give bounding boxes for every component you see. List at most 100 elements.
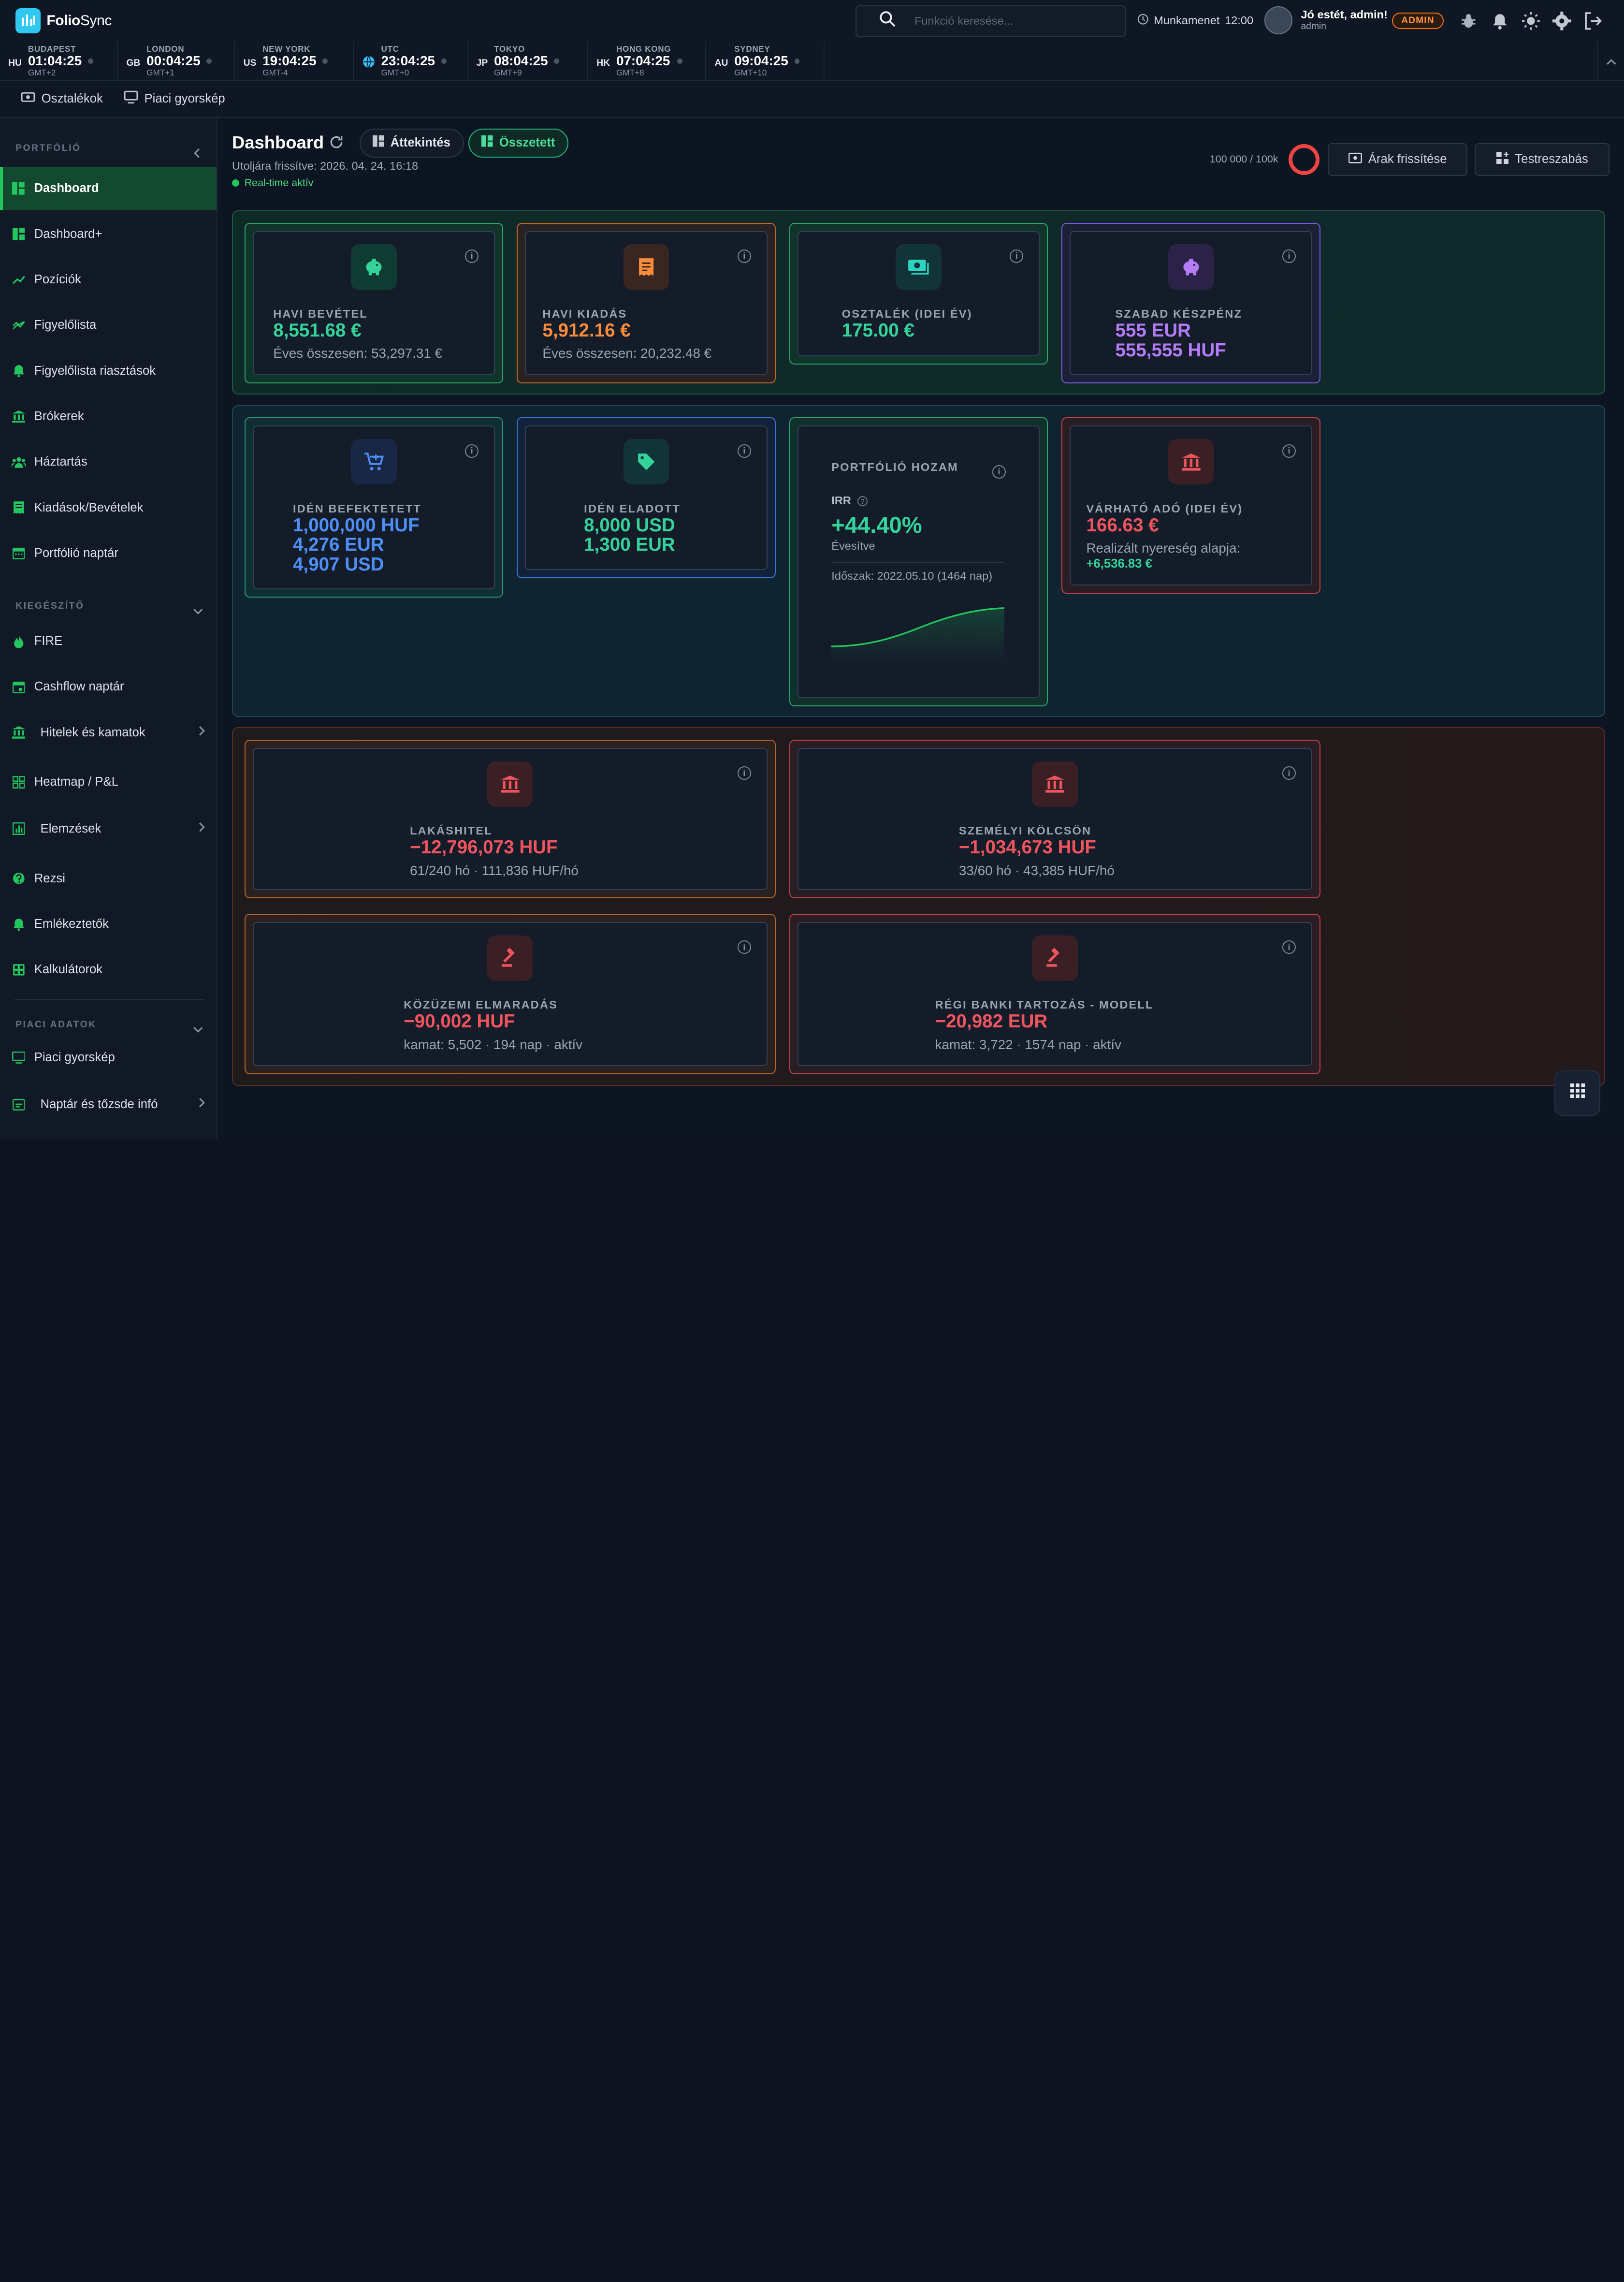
- customize-button[interactable]: Testreszabás: [1475, 143, 1610, 176]
- card-utility-arrears[interactable]: i KÖZÜZEMI ELMARADÁS −90,002 HUF kamat: …: [244, 913, 776, 1075]
- gear-icon[interactable]: [1552, 9, 1572, 32]
- sidebar-item-calculators[interactable]: Kalkulátorok: [0, 948, 217, 992]
- view-overview-button[interactable]: Áttekintés: [359, 128, 464, 158]
- sidebar-item-watchlist[interactable]: Figyelőlista: [0, 304, 217, 347]
- info-icon[interactable]: i: [1282, 940, 1296, 954]
- sidebar-item-watchlist-alerts[interactable]: Figyelőlista riasztások: [0, 349, 217, 393]
- sidebar-item-utilities[interactable]: Rezsi: [0, 857, 217, 900]
- info-icon[interactable]: i: [465, 249, 479, 263]
- card-mortgage[interactable]: i LAKÁSHITEL −12,796,073 HUF 61/240 hó ·…: [244, 739, 776, 898]
- calendar2-icon: [12, 681, 26, 693]
- card-personal-loan[interactable]: i SZEMÉLYI KÖLCSÖN −1,034,673 HUF 33/60 …: [789, 739, 1321, 898]
- card-monthly-expense[interactable]: i HAVI KIADÁS 5,912.16 € Éves összesen: …: [517, 222, 776, 383]
- chevron-up-icon: [1606, 52, 1616, 71]
- avatar[interactable]: [1264, 6, 1293, 34]
- cash-icon: [896, 244, 942, 290]
- sidebar-item-label: Dashboard: [34, 181, 99, 195]
- search-input[interactable]: Funkció keresése...: [914, 15, 1013, 28]
- app-logo[interactable]: FolioSync: [15, 8, 112, 33]
- sidebar-item-fire[interactable]: FIRE: [0, 619, 217, 663]
- sidebar-item-label: Elemzések: [40, 821, 102, 835]
- info-icon[interactable]: i: [1282, 766, 1296, 780]
- page-title: Dashboard: [232, 132, 324, 153]
- card-value: −1,034,673 HUF: [958, 837, 1096, 858]
- country-code: AU: [714, 58, 728, 68]
- info-icon[interactable]: i: [1010, 249, 1024, 263]
- view-combined-button[interactable]: Összetett: [468, 128, 569, 158]
- clock-time: 23:04:25: [381, 53, 435, 69]
- chevron-down-icon[interactable]: [193, 1020, 203, 1039]
- sidebar-item-positions[interactable]: Pozíciók: [0, 258, 217, 302]
- info-icon[interactable]: i: [737, 940, 751, 954]
- card-value: −12,796,073 HUF: [410, 837, 558, 858]
- quick-link-label: Piaci gyorskép: [144, 92, 225, 106]
- quick-link-market-snapshot[interactable]: Piaci gyorskép: [124, 90, 225, 107]
- info-icon[interactable]: i: [1282, 249, 1296, 263]
- card-invested-ytd[interactable]: i IDÉN BEFEKTETETT 1,000,000 HUF 4,276 E…: [244, 417, 504, 598]
- bug-icon[interactable]: [1458, 9, 1479, 32]
- sidebar-item-analyses[interactable]: Elemzések: [0, 807, 217, 850]
- info-icon[interactable]: i: [737, 249, 751, 263]
- card-expected-tax[interactable]: i VÁRHATÓ ADÓ (IDEI ÉV) 166.63 € Realizá…: [1061, 417, 1321, 594]
- api-quota-text: 100 000 / 100k: [1209, 153, 1278, 165]
- sidebar-item-calendar-exchange-info[interactable]: Naptár és tőzsde infó: [0, 1082, 217, 1126]
- world-clock: JP TOKYO 08:04:25 GMT+9: [468, 41, 589, 81]
- sidebar-item-cashflow-calendar[interactable]: Cashflow naptár: [0, 665, 217, 709]
- sidebar-item-household[interactable]: Háztartás: [0, 440, 217, 484]
- refresh-icon[interactable]: [329, 135, 344, 154]
- sidebar-item-label: Naptár és tőzsde infó: [40, 1097, 158, 1111]
- card-value: 8,551.68 €: [273, 320, 362, 341]
- grid-icon: [11, 182, 26, 195]
- theme-sun-icon[interactable]: [1521, 9, 1541, 32]
- clock-city: UTC: [381, 44, 399, 54]
- quick-link-dividends[interactable]: Osztalékok: [21, 91, 103, 107]
- refresh-prices-button[interactable]: Árak frissítése: [1328, 143, 1468, 176]
- card-value: 175.00 €: [841, 320, 914, 341]
- sidebar-item-dashboard-plus[interactable]: Dashboard+: [0, 212, 217, 256]
- sidebar-section-market: PIACI ADATOK: [15, 1019, 97, 1030]
- world-clock: UTC 23:04:25 GMT+0: [354, 41, 468, 81]
- clock-time: 01:04:25: [28, 53, 82, 69]
- chevron-left-icon[interactable]: [193, 144, 201, 163]
- clock-time: 08:04:25: [494, 53, 548, 69]
- bank-icon: [487, 761, 533, 807]
- sidebar-item-loans-interest[interactable]: Hitelek és kamatok: [0, 711, 217, 754]
- card-label: IDÉN ELADOTT: [584, 502, 681, 515]
- card-portfolio-yield[interactable]: PORTFÓLIÓ HOZAM i IRR ? +44.40% Évesítve…: [789, 417, 1048, 707]
- bell-icon[interactable]: [1489, 9, 1510, 32]
- info-icon[interactable]: i: [737, 444, 751, 458]
- sidebar-item-label: Heatmap / P&L: [34, 775, 119, 789]
- function-search[interactable]: Funkció keresése...: [856, 5, 1126, 38]
- info-icon[interactable]: i: [1282, 444, 1296, 458]
- bank-icon: [1032, 761, 1078, 807]
- card-monthly-income[interactable]: i HAVI BEVÉTEL 8,551.68 € Éves összesen:…: [244, 222, 504, 383]
- sidebar-item-brokers[interactable]: Brókerek: [0, 395, 217, 438]
- card-sold-ytd[interactable]: i IDÉN ELADOTT 8,000 USD 1,300 EUR: [517, 417, 776, 578]
- liabilities-group: i LAKÁSHITEL −12,796,073 HUF 61/240 hó ·…: [232, 727, 1606, 1086]
- cashflow-group: i HAVI BEVÉTEL 8,551.68 € Éves összesen:…: [232, 210, 1606, 395]
- card-free-cash[interactable]: i SZABAD KÉSZPÉNZ 555 EUR 555,555 HUF: [1061, 222, 1321, 383]
- sidebar-item-market-snapshot[interactable]: Piaci gyorskép: [0, 1036, 217, 1080]
- apps-grid-button[interactable]: [1554, 1070, 1600, 1116]
- yield-sparkline: [831, 607, 1005, 663]
- sidebar-item-reminders[interactable]: Emlékeztetők: [0, 902, 217, 946]
- help-icon[interactable]: ?: [857, 496, 868, 507]
- user-menu[interactable]: Jó estét, admin! admin: [1264, 6, 1388, 34]
- user-username: admin: [1301, 21, 1326, 32]
- card-dividend[interactable]: i OSZTALÉK (IDEI ÉV) 175.00 €: [789, 222, 1048, 365]
- sidebar-item-label: Háztartás: [34, 455, 87, 469]
- sidebar-item-dashboard[interactable]: Dashboard: [0, 166, 217, 210]
- main-content: Dashboard Áttekintés Összetett Utoljára …: [218, 118, 1624, 1141]
- card-label: IDÉN BEFEKTETETT: [292, 502, 421, 515]
- sidebar: PORTFÓLIÓ KIEGÉSZÍTŐ PIACI ADATOK Dashbo…: [0, 118, 218, 1141]
- collapse-clocks-button[interactable]: [1597, 41, 1624, 81]
- info-icon[interactable]: i: [992, 465, 1006, 479]
- sidebar-item-expenses-income[interactable]: Kiadások/Bevételek: [0, 486, 217, 529]
- info-icon[interactable]: i: [465, 444, 479, 458]
- sidebar-item-heatmap-pnl[interactable]: Heatmap / P&L: [0, 761, 217, 804]
- card-old-bank-debt[interactable]: i RÉGI BANKI TARTOZÁS - MODELL −20,982 E…: [789, 913, 1321, 1075]
- chevron-down-icon[interactable]: [193, 601, 203, 620]
- info-icon[interactable]: i: [737, 766, 751, 780]
- sidebar-item-portfolio-calendar[interactable]: Portfólió naptár: [0, 531, 217, 575]
- logout-icon[interactable]: [1582, 9, 1603, 32]
